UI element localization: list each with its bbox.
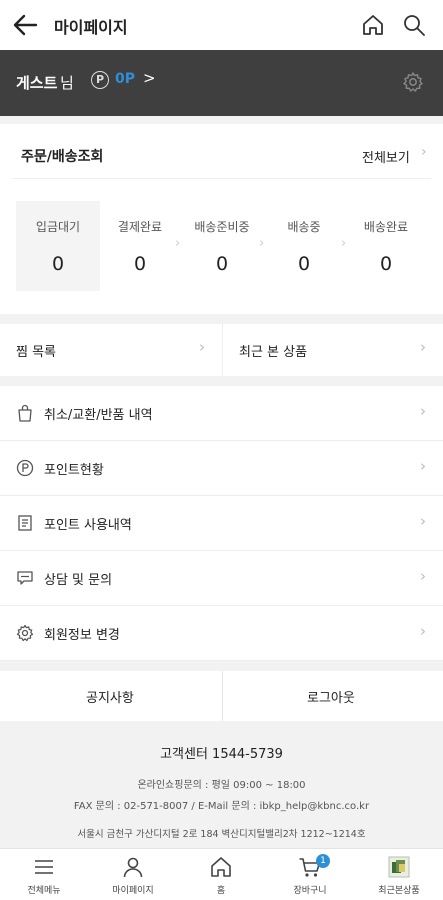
gear-icon (16, 624, 34, 642)
divider (12, 178, 431, 179)
quick-links-row: 찜 목록 › 최근 본 상품 › (0, 324, 443, 376)
chevron-right-icon: › (199, 338, 205, 356)
customer-center: 고객센터 1544-5739 (160, 747, 283, 762)
point-icon (16, 459, 34, 477)
person-icon (123, 857, 143, 878)
stage-label: 입금대기 (35, 220, 81, 234)
tab-label: 홈 (216, 886, 226, 896)
user-points[interactable]: 0P (115, 71, 135, 87)
home-icon (211, 857, 231, 877)
footer: 고객센터 1544-5739 온라인쇼핑문의 : 평일 09:00 ~ 18:0… (0, 721, 443, 848)
recent-product-thumbnail (388, 856, 410, 878)
search-icon[interactable] (401, 12, 427, 38)
tab-label: 장바구니 (293, 886, 327, 896)
chevron-right-icon: › (420, 402, 426, 420)
recent-products-link[interactable]: 최근 본 상품 › (223, 324, 443, 376)
mypage-menu-list: 취소/교환/반품 내역 › 포인트현황 › 포인트 사용내역 › 상담 및 문의… (0, 386, 443, 661)
stage-count: 0 (297, 253, 311, 275)
stage-label: 배송완료 (363, 220, 409, 234)
stage-count: 0 (133, 253, 147, 275)
order-stage-paid[interactable]: 결제완료 0 (98, 201, 182, 291)
chevron-right-icon: › (420, 338, 426, 356)
chevron-right-icon[interactable]: › (421, 144, 427, 160)
stage-count: 0 (379, 253, 393, 275)
wishlist-label: 찜 목록 (16, 345, 57, 360)
stage-label: 배송준비중 (194, 220, 250, 234)
logout-button[interactable]: 로그아웃 (307, 687, 355, 706)
chevron-right-icon: › (420, 567, 426, 585)
user-info-bar: 게스트 님 P 0P > (0, 50, 443, 116)
tab-cart[interactable]: 1 장바구니 (266, 849, 354, 900)
wishlist-link[interactable]: 찜 목록 › (0, 324, 222, 376)
footer-address: 서울시 금천구 가산디지털 2로 184 벽산디지털밸리2차 1212~1214… (77, 829, 366, 840)
tab-mypage[interactable]: 마이페이지 (89, 849, 177, 900)
back-arrow-icon[interactable] (10, 10, 42, 40)
top-bar: 마이페이지 (0, 0, 443, 50)
notice-button[interactable]: 공지사항 (86, 687, 134, 706)
menu-item-label: 회원정보 변경 (44, 628, 120, 643)
menu-item-point-status[interactable]: 포인트현황 › (0, 441, 443, 496)
order-stage-delivered[interactable]: 배송완료 0 (344, 201, 428, 291)
menu-item-point-history[interactable]: 포인트 사용내역 › (0, 496, 443, 551)
menu-item-label: 취소/교환/반품 내역 (44, 408, 153, 423)
notice-logout-row: 공지사항 로그아웃 (0, 671, 443, 721)
tab-label: 전체메뉴 (27, 886, 61, 896)
chevron-right-icon: › (420, 457, 426, 475)
cart-badge: 1 (316, 854, 330, 868)
menu-item-consultation[interactable]: 상담 및 문의 › (0, 551, 443, 606)
hamburger-icon (35, 860, 53, 874)
tab-recent-products[interactable]: 최근본상품 (355, 849, 443, 900)
page-title: 마이페이지 (54, 18, 128, 37)
menu-item-label: 포인트 사용내역 (44, 518, 132, 533)
settings-gear-icon[interactable] (402, 71, 424, 93)
order-status-section: 주문/배송조회 전체보기 › 입금대기 0 결제완료 0 › 배송준비중 0 ›… (0, 124, 443, 314)
stage-count: 0 (51, 253, 65, 275)
stage-label: 배송중 (287, 220, 321, 234)
stage-count: 0 (215, 253, 229, 275)
home-icon[interactable] (360, 12, 386, 38)
order-stage-shipping[interactable]: 배송중 0 (262, 201, 346, 291)
order-stage-preparing[interactable]: 배송준비중 0 (180, 201, 264, 291)
menu-item-cancel-return[interactable]: 취소/교환/반품 내역 › (0, 386, 443, 441)
menu-item-label: 상담 및 문의 (44, 573, 113, 588)
order-section-title: 주문/배송조회 (21, 149, 104, 165)
user-honorific: 님 (60, 74, 74, 92)
tab-home[interactable]: 홈 (177, 849, 265, 900)
points-arrow-icon[interactable]: > (143, 69, 156, 87)
document-icon (18, 515, 32, 531)
tab-all-menu[interactable]: 전체메뉴 (0, 849, 88, 900)
bottom-tab-bar: 전체메뉴 마이페이지 홈 1 장바구니 최근본상품 (0, 848, 443, 900)
view-all-link[interactable]: 전체보기 (362, 147, 410, 166)
order-stage-pending-payment[interactable]: 입금대기 0 (16, 201, 100, 291)
shopping-bag-icon (18, 404, 32, 422)
point-icon: P (91, 71, 109, 89)
chevron-right-icon: › (420, 512, 426, 530)
tab-label: 최근본상품 (378, 886, 420, 896)
menu-item-member-info[interactable]: 회원정보 변경 › (0, 606, 443, 661)
divider (222, 671, 223, 721)
chat-icon (17, 571, 33, 585)
menu-item-label: 포인트현황 (44, 463, 104, 478)
footer-hours: 온라인쇼핑문의 : 평일 09:00 ~ 18:00 (137, 780, 306, 791)
stage-label: 결제완료 (117, 220, 163, 234)
footer-contact: FAX 문의 : 02-571-8007 / E-Mail 문의 : ibkp_… (73, 801, 370, 812)
tab-label: 마이페이지 (112, 886, 154, 896)
user-name: 게스트 (16, 74, 58, 92)
chevron-right-icon: › (420, 622, 426, 640)
recent-products-label: 최근 본 상품 (239, 345, 308, 360)
